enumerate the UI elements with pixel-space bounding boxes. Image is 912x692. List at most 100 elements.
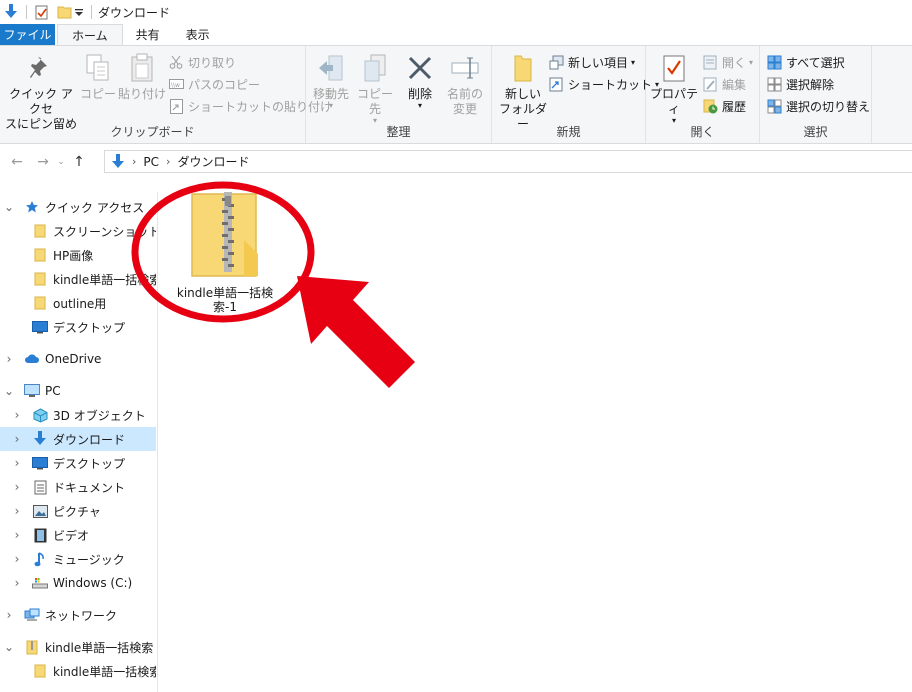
nav-network-label: ネットワーク [45,608,118,623]
shortcut-icon [548,76,564,92]
back-arrow-icon[interactable]: ← [6,151,28,173]
open-icon [702,54,718,70]
computer-icon [24,383,40,399]
properties-icon [658,52,690,84]
delete-button[interactable]: 削除 ▾ [402,52,438,110]
nav-videos[interactable]: › ビデオ [0,523,156,547]
paste-icon [126,52,158,84]
expand-chevron-icon[interactable]: › [12,432,22,446]
address-bar[interactable]: › PC › ダウンロード [104,150,912,173]
expand-chevron-icon[interactable]: › [12,576,22,590]
expand-chevron-icon[interactable]: › [12,552,22,566]
breadcrumb-downloads[interactable]: ダウンロード [177,153,249,170]
select-all-label: すべて選択 [786,55,845,70]
edit-icon [702,76,718,92]
history-button[interactable]: 履歴 [702,96,746,116]
folder-icon [32,223,48,239]
nav-pc-item-label: ピクチャ [53,504,101,519]
tab-view[interactable]: 表示 [173,24,223,45]
network-icon [24,607,40,623]
expand-chevron-icon[interactable]: › [12,456,22,470]
rename-label-line1: 名前の [446,87,483,101]
new-folder-button[interactable]: 新しい フォルダー [496,52,550,132]
nav-desktop[interactable]: › デスクトップ [0,451,156,475]
up-arrow-icon[interactable]: ↑ [68,151,90,173]
copy-icon [82,52,114,84]
expand-chevron-icon[interactable]: › [4,352,14,366]
edit-button[interactable]: 編集 [702,74,746,94]
select-none-label: 選択解除 [786,77,835,92]
document-icon [32,479,48,495]
nav-zip-child[interactable]: kindle単語一括検索 [0,659,156,683]
copy-to-button[interactable]: コピー先 ▾ [354,52,396,125]
nav-qa-item-label: HP画像 [53,248,94,263]
new-item-button[interactable]: 新しい項目 ▾ [548,52,635,72]
file-list[interactable]: kindle単語一括検索-1 [131,176,912,692]
expand-chevron-icon[interactable]: › [12,504,22,518]
cut-button[interactable]: 切り取り [168,52,236,72]
nav-pc-item-label: ミュージック [53,552,125,567]
dropdown-arrow-icon: ▾ [631,57,636,67]
history-label: 履歴 [722,99,747,114]
expand-chevron-icon[interactable]: ⌄ [4,640,14,654]
cloud-icon [24,351,40,367]
folder-icon [32,271,48,287]
organize-group: 移動先 ▾ コピー先 ▾ 削除 ▾ 名前の 変更 整理 [306,46,492,143]
copy-label: コピー [80,87,117,101]
select-all-button[interactable]: すべて選択 [766,52,845,72]
open-label: 開く [722,55,747,70]
nav-pc[interactable]: ⌄ PC [0,379,156,403]
nav-pictures[interactable]: › ピクチャ [0,499,156,523]
nav-pc-item-label: ドキュメント [53,480,126,495]
breadcrumb-chevron-icon[interactable]: › [132,155,136,168]
nav-windows-c[interactable]: › Windows (C:) [0,571,156,595]
pin-to-quick-access-button[interactable]: クイック アクセ スにピン留め [4,52,78,132]
nav-onedrive[interactable]: › OneDrive [0,347,156,371]
select-all-icon [766,54,782,70]
download-folder-icon [2,3,20,21]
expand-chevron-icon[interactable]: › [12,480,22,494]
breadcrumb-chevron-icon[interactable]: › [166,155,170,168]
nav-qa-item-label: デスクトップ [53,320,126,335]
cut-label: 切り取り [188,55,237,70]
copy-to-label: コピー先 [356,87,393,116]
shortcut-button[interactable]: ショートカット ▾ [548,74,659,94]
clipboard-group-label: クリップボード [110,125,195,139]
new-group-label: 新規 [556,125,581,139]
new-folder-icon[interactable] [55,3,73,21]
expand-chevron-icon[interactable]: › [12,528,22,542]
title-bar: ダウンロード [0,0,912,24]
breadcrumb-pc[interactable]: PC [143,155,159,169]
customize-dropdown-icon[interactable] [73,3,85,21]
nav-3d-objects[interactable]: › 3D オブジェクト [0,403,156,427]
paste-button[interactable]: 貼り付け [118,52,166,102]
rename-button[interactable]: 名前の 変更 [444,52,486,117]
tab-share[interactable]: 共有 [123,24,173,45]
move-to-button[interactable]: 移動先 ▾ [310,52,352,110]
nav-documents[interactable]: › ドキュメント [0,475,156,499]
tab-file[interactable]: ファイル [0,24,55,45]
expand-chevron-icon[interactable]: › [12,408,22,422]
select-none-button[interactable]: 選択解除 [766,74,834,94]
forward-arrow-icon[interactable]: → [32,151,54,173]
select-group-label: 選択 [803,125,828,139]
new-item-icon [548,54,564,70]
nav-pc-item-label: ビデオ [53,528,90,543]
expand-chevron-icon[interactable]: ⌄ [4,200,14,214]
expand-chevron-icon[interactable]: ⌄ [4,384,14,398]
tab-home[interactable]: ホーム [57,24,123,46]
nav-downloads[interactable]: › ダウンロード [0,427,156,451]
copy-path-button[interactable]: \\w パスのコピー [168,74,260,94]
expand-chevron-icon[interactable]: › [4,608,14,622]
nav-zip-root[interactable]: ⌄ kindle単語一括検索 [0,635,156,659]
nav-network[interactable]: › ネットワーク [0,603,156,627]
download-arrow-icon [32,431,48,447]
nav-music[interactable]: › ミュージック [0,547,156,571]
invert-selection-button[interactable]: 選択の切り替え [766,96,870,116]
properties-button[interactable]: プロパティ ▾ [648,52,700,125]
copy-button[interactable]: コピー [80,52,116,102]
open-button[interactable]: 開く ▾ [702,52,753,72]
new-folder-icon [507,52,539,84]
recent-locations-chevron-icon[interactable]: ⌄ [54,151,68,173]
properties-icon[interactable] [33,3,51,21]
